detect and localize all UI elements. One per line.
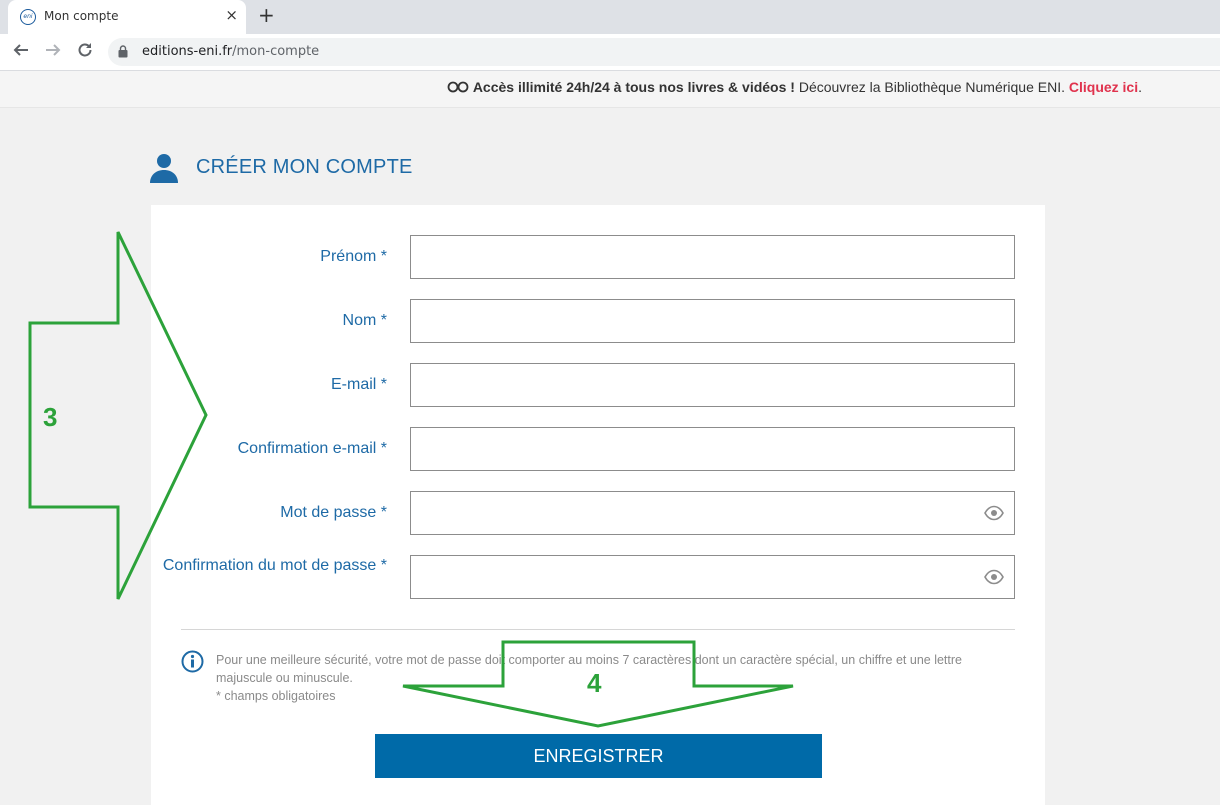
user-icon <box>150 154 178 183</box>
firstname-label: Prénom * <box>320 248 387 265</box>
promo-banner: Accès illimité 24h/24 à tous nos livres … <box>0 71 1220 108</box>
new-tab-icon[interactable]: + <box>258 3 275 27</box>
info-icon <box>181 650 204 673</box>
password-confirm-input[interactable] <box>411 556 1014 598</box>
address-bar[interactable]: editions-eni.fr/mon-compte <box>108 38 1220 66</box>
show-password-eye-icon[interactable] <box>984 505 1004 521</box>
annotation-label-4: 4 <box>587 668 602 698</box>
forward-arrow-icon[interactable] <box>44 41 62 64</box>
lastname-input[interactable] <box>411 300 1014 342</box>
annotation-label-3: 3 <box>43 402 58 432</box>
browser-toolbar: editions-eni.fr/mon-compte <box>0 34 1220 71</box>
password-confirm-label: Confirmation du mot de passe * <box>162 557 387 574</box>
password-field[interactable] <box>410 491 1015 535</box>
lastname-label: Nom * <box>342 312 387 329</box>
password-input[interactable] <box>411 492 1014 534</box>
promo-bold-text: Accès illimité 24h/24 à tous nos livres … <box>472 79 795 95</box>
reload-icon[interactable] <box>76 41 94 64</box>
email-confirm-label: Confirmation e-mail * <box>237 440 387 457</box>
browser-tab[interactable]: eni Mon compte × <box>8 0 246 34</box>
close-tab-icon[interactable]: × <box>225 6 238 24</box>
back-arrow-icon[interactable] <box>12 41 30 64</box>
email-confirm-input[interactable] <box>411 428 1014 470</box>
password-label: Mot de passe * <box>280 504 387 521</box>
lock-icon <box>118 45 128 58</box>
email-field[interactable] <box>410 363 1015 407</box>
form-divider <box>181 629 1015 630</box>
url-host: editions-eni.fr <box>142 44 233 59</box>
eni-favicon-icon: eni <box>20 9 36 25</box>
email-label: E-mail * <box>330 376 387 393</box>
browser-tab-strip: eni Mon compte × + <box>0 0 1220 34</box>
firstname-field[interactable] <box>410 235 1015 279</box>
register-button[interactable]: ENREGISTRER <box>375 734 822 778</box>
show-password-confirm-eye-icon[interactable] <box>984 569 1004 585</box>
url-text: editions-eni.fr/mon-compte <box>142 44 319 59</box>
lastname-field[interactable] <box>410 299 1015 343</box>
promo-trailing: . <box>1138 79 1142 95</box>
tab-title: Mon compte <box>44 9 119 23</box>
password-confirm-field[interactable] <box>410 555 1015 599</box>
password-requirements-note: Pour une meilleure sécurité, votre mot d… <box>216 651 1006 705</box>
password-rule-text: Pour une meilleure sécurité, votre mot d… <box>216 653 962 685</box>
email-confirm-field[interactable] <box>410 427 1015 471</box>
required-fields-text: * champs obligatoires <box>216 689 336 703</box>
page-title: CRÉER MON COMPTE <box>196 156 413 178</box>
firstname-input[interactable] <box>411 236 1014 278</box>
infinity-glasses-icon <box>447 79 469 95</box>
email-input[interactable] <box>411 364 1014 406</box>
promo-text: Découvrez la Bibliothèque Numérique ENI. <box>794 79 1069 95</box>
promo-link[interactable]: Cliquez ici <box>1069 79 1138 95</box>
url-path: /mon-compte <box>232 44 320 59</box>
